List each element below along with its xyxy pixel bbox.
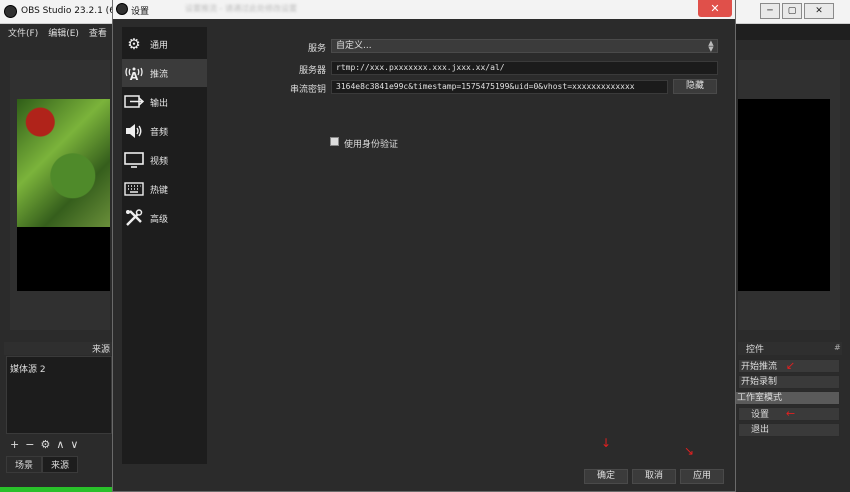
- taskbar-green-strip: [0, 487, 112, 492]
- nav-label: 热键: [150, 185, 169, 196]
- nav-label: 推流: [150, 69, 169, 80]
- menu-bar: 文件(F) 编辑(E) 查看: [0, 24, 112, 40]
- server-value: rtmp://xxx.pxxxxxxx.xxx.jxxx.xx/al/: [336, 63, 505, 72]
- stream-key-input[interactable]: 3164e8c3841e99c&timestamp=1575475199&uid…: [331, 80, 668, 94]
- speaker-icon: [124, 121, 144, 141]
- output-icon: [124, 92, 144, 112]
- nav-advanced[interactable]: 高级: [122, 204, 207, 232]
- start-recording-button[interactable]: 开始录制: [738, 375, 840, 389]
- nav-video[interactable]: 视频: [122, 146, 207, 174]
- stream-key-value: 3164e8c3841e99c&timestamp=1575475199&uid…: [336, 82, 635, 91]
- stream-key-label: 串流密钥: [289, 85, 326, 95]
- exit-button[interactable]: 退出: [738, 423, 840, 437]
- obs-logo-icon: [4, 5, 17, 18]
- use-auth-checkbox[interactable]: [330, 137, 339, 146]
- menu-edit[interactable]: 编辑(E): [48, 26, 79, 39]
- settings-title: 设置: [131, 7, 150, 17]
- sources-dock-title: 来源: [4, 342, 114, 355]
- nav-general[interactable]: ⚙ 通用: [122, 30, 207, 58]
- dock-tabs: 场景 来源: [6, 456, 79, 473]
- preview-black-area-right: [738, 99, 830, 291]
- monitor-icon: [124, 150, 144, 170]
- dock-pin-icon[interactable]: #: [834, 343, 841, 352]
- start-streaming-label: 开始推流: [741, 362, 778, 372]
- move-down-icon[interactable]: ∨: [70, 438, 78, 451]
- dialog-close-button[interactable]: ✕: [698, 0, 732, 17]
- main-window-title: OBS Studio 23.2.1 (6: [21, 6, 115, 16]
- nav-label: 通用: [150, 40, 169, 51]
- annotation-arrow-icon: ↙: [785, 359, 796, 372]
- nav-output[interactable]: 输出: [122, 88, 207, 116]
- start-streaming-button[interactable]: 开始推流 ↙: [738, 359, 840, 373]
- menu-file[interactable]: 文件(F): [8, 26, 38, 39]
- move-up-icon[interactable]: ∧: [56, 438, 64, 451]
- studio-mode-button[interactable]: 工作室模式: [734, 391, 840, 405]
- use-auth-label: 使用身份验证: [344, 140, 399, 150]
- tab-scenes[interactable]: 场景: [6, 456, 43, 473]
- sources-toolbar: + − ⚙ ∧ ∨: [10, 438, 78, 451]
- service-select[interactable]: 自定义...: [331, 39, 718, 53]
- server-input[interactable]: rtmp://xxx.pxxxxxxx.xxx.jxxx.xx/al/: [331, 61, 718, 75]
- maximize-button[interactable]: ▢: [782, 3, 802, 19]
- remove-source-icon[interactable]: −: [25, 438, 34, 451]
- minimize-button[interactable]: ─: [760, 3, 780, 19]
- annotation-arrow-icon: ←: [785, 407, 796, 420]
- nav-audio[interactable]: 音频: [122, 117, 207, 145]
- server-label: 服务器: [298, 66, 326, 76]
- hide-key-button[interactable]: 隐藏: [673, 79, 717, 94]
- svg-text:A: A: [130, 70, 139, 83]
- cancel-button[interactable]: 取消: [632, 469, 676, 484]
- nav-hotkeys[interactable]: 热键: [122, 175, 207, 203]
- controls-dock-title: 控件: [738, 342, 842, 355]
- preview-video-frame: [17, 99, 110, 227]
- service-label: 服务: [307, 44, 326, 54]
- add-source-icon[interactable]: +: [10, 438, 19, 451]
- nav-label: 音频: [150, 127, 169, 138]
- apply-button[interactable]: 应用: [680, 469, 724, 484]
- broadcast-icon: A: [124, 63, 144, 83]
- source-item[interactable]: 媒体源 2: [10, 362, 46, 375]
- settings-button[interactable]: 设置 ←: [738, 407, 840, 421]
- source-settings-icon[interactable]: ⚙: [40, 438, 50, 451]
- menu-view[interactable]: 查看: [89, 26, 107, 39]
- tab-sources[interactable]: 来源: [42, 456, 79, 473]
- nav-label: 输出: [150, 98, 169, 109]
- annotation-arrow-icon: ↘: [684, 444, 695, 458]
- annotation-arrow-icon: ↓: [601, 436, 612, 450]
- settings-label: 设置: [751, 410, 770, 420]
- nav-label: 视频: [150, 156, 169, 167]
- tools-icon: [124, 208, 144, 228]
- nav-stream[interactable]: A 推流: [122, 59, 207, 87]
- window-controls: ─ ▢ ✕: [760, 3, 846, 19]
- ok-button[interactable]: 确定: [584, 469, 628, 484]
- obs-logo-icon: [116, 3, 128, 15]
- blurred-title-text: 设置推流 - 请通过此处修改设置: [185, 4, 297, 13]
- keyboard-icon: [124, 179, 144, 199]
- gear-icon: ⚙: [127, 35, 141, 53]
- preview-black-area: [17, 227, 110, 291]
- nav-label: 高级: [150, 214, 169, 225]
- close-button[interactable]: ✕: [804, 3, 834, 19]
- select-arrows-icon: ▲ ▼: [708, 39, 714, 53]
